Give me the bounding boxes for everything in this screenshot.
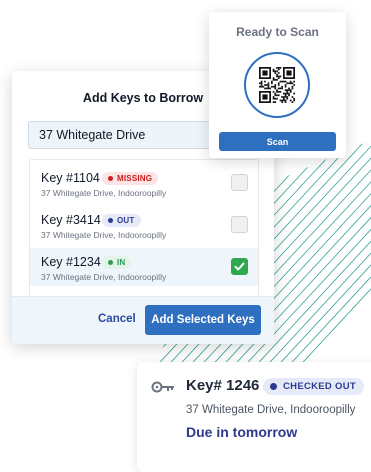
missing-badge: MISSING [102, 172, 159, 185]
key-title: Key #1104 [41, 171, 100, 185]
key-row-1234[interactable]: Key #1234 IN 37 Whitegate Drive, Indooro… [30, 248, 258, 286]
key-title: Key #1234 [41, 255, 101, 269]
in-badge: IN [102, 256, 132, 269]
key-checkbox[interactable] [231, 216, 248, 233]
key-row-3414[interactable]: Key #3414 OUT 37 Whitegate Drive, Indoor… [30, 206, 258, 244]
qr-ring [244, 52, 310, 118]
qr-code-icon [259, 67, 295, 103]
checked-out-key-card[interactable]: Key# 1246 CHECKED OUT 37 Whitegate Drive… [137, 362, 371, 472]
key-checkbox-checked[interactable] [231, 258, 248, 275]
key-address: 37 Whitegate Drive, Indooroopilly [41, 272, 167, 282]
key-title: Key #3414 [41, 213, 101, 227]
key-card-title: Key# 1246 [186, 377, 260, 394]
stripe-line [256, 140, 371, 380]
key-list: Key #1104 MISSING 37 Whitegate Drive, In… [29, 159, 259, 299]
key-checkbox[interactable] [231, 174, 248, 191]
key-address: 37 Whitegate Drive, Indooroopilly [41, 188, 167, 198]
cancel-button[interactable]: Cancel [98, 313, 136, 325]
scan-title: Ready to Scan [236, 25, 319, 39]
key-card-due: Due in tomorrow [186, 424, 298, 440]
checkmark-icon [234, 262, 245, 271]
key-card-address: 37 Whitegate Drive, Indooroopilly [186, 404, 356, 416]
scan-card: Ready to Scan Scan [209, 12, 346, 158]
key-address: 37 Whitegate Drive, Indooroopilly [41, 230, 167, 240]
modal-footer: Cancel Add Selected Keys [12, 296, 274, 344]
stripe-line [267, 140, 371, 380]
key-row-1104[interactable]: Key #1104 MISSING 37 Whitegate Drive, In… [30, 164, 258, 202]
checked-out-badge: CHECKED OUT [263, 378, 364, 395]
add-selected-keys-button[interactable]: Add Selected Keys [145, 305, 261, 335]
out-badge: OUT [102, 214, 141, 227]
scan-button[interactable]: Scan [219, 132, 336, 151]
key-icon [151, 381, 174, 393]
